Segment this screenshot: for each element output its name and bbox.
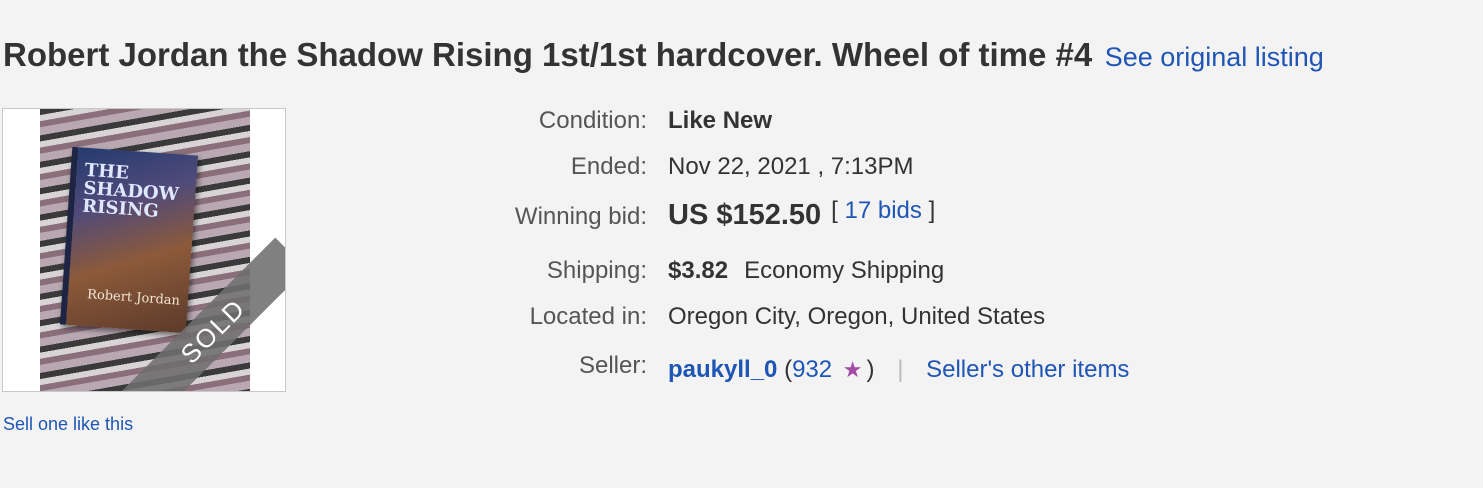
listing-title: Robert Jordan the Shadow Rising 1st/1st … xyxy=(3,36,1093,73)
shipping-price: $3.82 xyxy=(668,257,729,284)
ended-value: Nov 22, 2021 , 7:13PM xyxy=(668,153,914,180)
winning-bid-label: Winning bid: xyxy=(514,203,647,230)
sell-one-like-this-link[interactable]: Sell one like this xyxy=(3,414,133,435)
feedback-score-link[interactable]: 932 xyxy=(792,356,832,383)
separator: | xyxy=(897,356,904,383)
seller-name-link[interactable]: paukyll_0 xyxy=(668,356,777,383)
winning-bid-value: US $152.50 xyxy=(668,199,822,231)
book-cover-author: Robert Jordan xyxy=(86,287,181,309)
feedback-paren-open: ( xyxy=(784,356,793,383)
seller-label: Seller: xyxy=(578,352,647,379)
see-original-listing-link[interactable]: See original listing xyxy=(1105,42,1324,72)
feedback-paren-close: ) xyxy=(866,356,875,383)
book-cover-title: THE SHADOW RISING xyxy=(81,159,180,222)
purple-star-icon: ★ xyxy=(842,357,863,382)
ended-label: Ended: xyxy=(570,153,647,180)
bids-link[interactable]: 17 bids xyxy=(845,197,922,224)
sellers-other-items-link[interactable]: Seller's other items xyxy=(926,356,1129,383)
book-cover: THE SHADOW RISING Robert Jordan xyxy=(59,146,199,334)
item-image-frame[interactable]: THE SHADOW RISING Robert Jordan SOLD xyxy=(2,108,286,392)
condition-row: Condition: Like New xyxy=(430,107,1470,135)
seller-row: Seller: paukyll_0 (932 ★) | Seller's oth… xyxy=(430,352,1470,383)
shipping-method: Economy Shipping xyxy=(744,257,945,284)
listing-header: Robert Jordan the Shadow Rising 1st/1st … xyxy=(3,36,1324,74)
shipping-value: $3.82 Economy Shipping xyxy=(668,257,944,285)
condition-value: Like New xyxy=(668,107,773,134)
ended-row: Ended: Nov 22, 2021 , 7:13PM xyxy=(430,153,1470,181)
seller-info: paukyll_0 (932 ★) | Seller's other items xyxy=(668,356,1129,384)
condition-label: Condition: xyxy=(538,107,647,134)
shipping-label: Shipping: xyxy=(546,257,647,284)
winning-bid-row: Winning bid: US $152.50 [ 17 bids ] xyxy=(430,197,1470,232)
bids-count: [ 17 bids ] xyxy=(831,197,935,225)
shipping-row: Shipping: $3.82 Economy Shipping xyxy=(430,257,1470,285)
location-value: Oregon City, Oregon, United States xyxy=(668,303,1046,330)
bids-bracket-open: [ xyxy=(831,197,838,224)
bids-bracket-close: ] xyxy=(928,197,936,224)
location-row: Located in: Oregon City, Oregon, United … xyxy=(430,303,1470,331)
location-label: Located in: xyxy=(529,303,647,330)
